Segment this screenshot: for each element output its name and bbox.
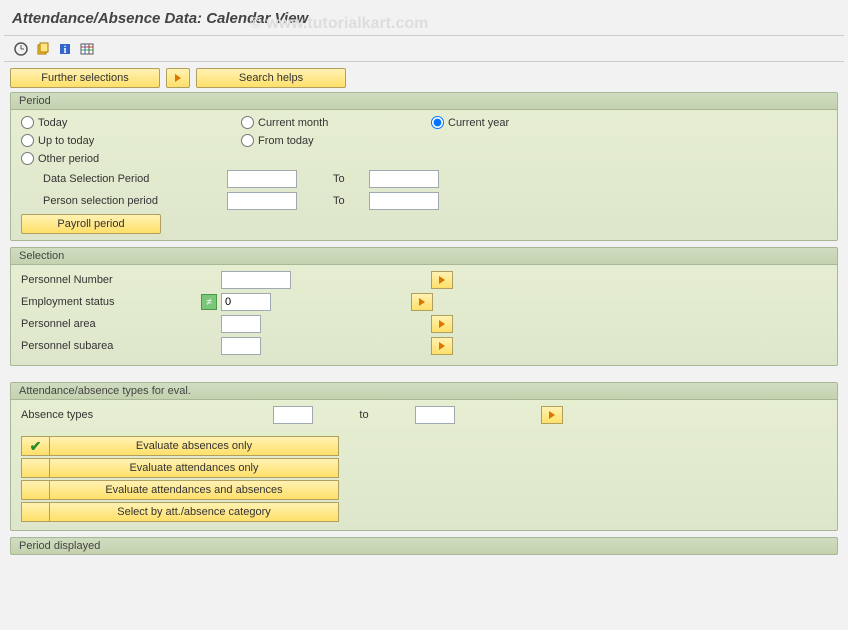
- search-helps-button[interactable]: Search helps: [196, 68, 346, 88]
- data-selection-period-to-input[interactable]: [369, 170, 439, 188]
- variant-icon[interactable]: [34, 40, 52, 58]
- absence-types-more-button[interactable]: [541, 406, 563, 424]
- search-helps-arrow-button[interactable]: [166, 68, 190, 88]
- radio-current-year[interactable]: Current year: [431, 116, 509, 129]
- personnel-subarea-more-button[interactable]: [431, 337, 453, 355]
- personnel-number-input[interactable]: [221, 271, 291, 289]
- absence-types-to-label: to: [319, 409, 409, 421]
- personnel-subarea-label: Personnel subarea: [21, 340, 201, 352]
- radio-from-today[interactable]: From today: [241, 134, 314, 147]
- radio-current-month-input[interactable]: [241, 116, 254, 129]
- payroll-period-button[interactable]: Payroll period: [21, 214, 161, 234]
- selection-header: Selection: [11, 248, 837, 265]
- personnel-number-more-button[interactable]: [431, 271, 453, 289]
- toolbar: i: [4, 36, 844, 62]
- eval-both-button[interactable]: Evaluate attendances and absences: [49, 480, 339, 500]
- radio-up-to-today-input[interactable]: [21, 134, 34, 147]
- employment-status-more-button[interactable]: [411, 293, 433, 311]
- eval-absences-only-button[interactable]: Evaluate absences only: [49, 436, 339, 456]
- eval-header: Attendance/absence types for eval.: [11, 383, 837, 400]
- radio-current-year-label: Current year: [448, 117, 509, 129]
- radio-from-today-input[interactable]: [241, 134, 254, 147]
- person-selection-period-from-input[interactable]: [227, 192, 297, 210]
- absence-types-label: Absence types: [21, 409, 201, 421]
- absence-types-from-input[interactable]: [273, 406, 313, 424]
- person-selection-period-to-input[interactable]: [369, 192, 439, 210]
- select-by-category-button[interactable]: Select by att./absence category: [49, 502, 339, 522]
- info-icon[interactable]: i: [56, 40, 74, 58]
- radio-other-period[interactable]: Other period: [21, 152, 99, 165]
- eval-absences-check-icon: ✔: [21, 436, 49, 456]
- radio-up-to-today[interactable]: Up to today: [21, 134, 94, 147]
- eval-attendances-only-button[interactable]: Evaluate attendances only: [49, 458, 339, 478]
- radio-today[interactable]: Today: [21, 116, 67, 129]
- svg-text:i: i: [64, 45, 67, 56]
- period-displayed-header: Period displayed: [10, 537, 838, 555]
- radio-current-month-label: Current month: [258, 117, 328, 129]
- eval-both-check-cell: [21, 480, 49, 500]
- data-selection-period-label: Data Selection Period: [21, 173, 221, 185]
- personnel-area-more-button[interactable]: [431, 315, 453, 333]
- selection-group: Selection Personnel Number Employment st…: [10, 247, 838, 366]
- page-title: Attendance/Absence Data: Calendar View: [4, 4, 844, 36]
- radio-other-period-input[interactable]: [21, 152, 34, 165]
- radio-up-to-today-label: Up to today: [38, 135, 94, 147]
- person-selection-period-label: Person selection period: [21, 195, 221, 207]
- personnel-number-label: Personnel Number: [21, 274, 201, 286]
- period-header: Period: [11, 93, 837, 110]
- personnel-area-input[interactable]: [221, 315, 261, 333]
- execute-icon[interactable]: [12, 40, 30, 58]
- radio-today-label: Today: [38, 117, 67, 129]
- radio-current-month[interactable]: Current month: [241, 116, 328, 129]
- eval-group: Attendance/absence types for eval. Absen…: [10, 382, 838, 531]
- period-group: Period Today Current month: [10, 92, 838, 241]
- employment-status-label: Employment status: [21, 296, 201, 308]
- radio-current-year-input[interactable]: [431, 116, 444, 129]
- radio-other-period-label: Other period: [38, 153, 99, 165]
- absence-types-to-input[interactable]: [415, 406, 455, 424]
- to-label-2: To: [303, 195, 363, 207]
- radio-today-input[interactable]: [21, 116, 34, 129]
- table-icon[interactable]: [78, 40, 96, 58]
- not-equal-icon[interactable]: ≠: [201, 294, 217, 310]
- eval-attendances-check-cell: [21, 458, 49, 478]
- personnel-area-label: Personnel area: [21, 318, 201, 330]
- select-by-category-check-cell: [21, 502, 49, 522]
- personnel-subarea-input[interactable]: [221, 337, 261, 355]
- to-label-1: To: [303, 173, 363, 185]
- data-selection-period-from-input[interactable]: [227, 170, 297, 188]
- further-selections-button[interactable]: Further selections: [10, 68, 160, 88]
- employment-status-input[interactable]: [221, 293, 271, 311]
- radio-from-today-label: From today: [258, 135, 314, 147]
